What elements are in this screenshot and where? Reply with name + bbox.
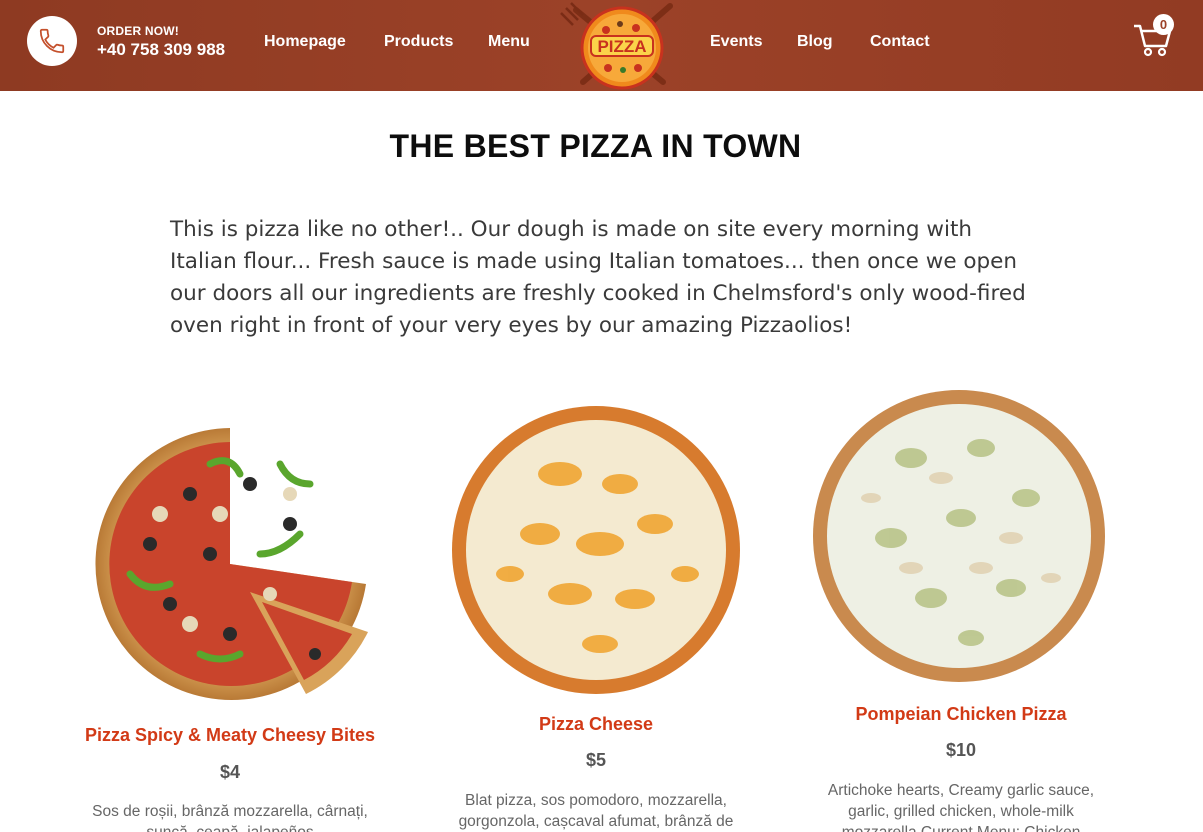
product-card[interactable]: Pizza Cheese $5 Blat pizza, sos pomodoro…: [446, 398, 746, 832]
nav-blog[interactable]: Blog: [797, 33, 833, 51]
product-price: $5: [585, 750, 607, 770]
order-now-label: ORDER NOW!: [97, 24, 179, 38]
pizza-pepperoni-veggie-image[interactable]: [90, 424, 370, 704]
product-name[interactable]: Pompeian Chicken Pizza: [811, 704, 1111, 725]
nav-menu[interactable]: Menu: [488, 33, 530, 51]
nav-products[interactable]: Products: [384, 33, 453, 51]
pizza-cheese-image[interactable]: [450, 404, 742, 696]
intro-paragraph: This is pizza like no other!.. Our dough…: [170, 217, 1026, 338]
product-description: Artichoke hearts, Creamy garlic sauce, g…: [827, 782, 1095, 832]
nav-events[interactable]: Events: [710, 33, 762, 51]
phone-icon[interactable]: [27, 16, 77, 66]
product-description: Sos de roșii, brânză mozzarella, cârnați…: [92, 803, 368, 832]
product-name[interactable]: Pizza Cheese: [446, 714, 746, 735]
product-price: $10: [945, 740, 977, 760]
site-header: ORDER NOW! +40 758 309 988 Homepage Prod…: [0, 0, 1203, 91]
pizza-logo[interactable]: PIZZA: [558, 0, 688, 91]
product-name[interactable]: Pizza Spicy & Meaty Cheesy Bites: [80, 725, 380, 746]
order-phone-number[interactable]: +40 758 309 988: [97, 40, 225, 60]
pizza-chicken-image[interactable]: [811, 388, 1107, 684]
logo-text: PIZZA: [597, 37, 647, 56]
product-card[interactable]: Pizza Spicy & Meaty Cheesy Bites $4 Sos …: [80, 410, 380, 832]
product-description: Blat pizza, sos pomodoro, mozzarella, go…: [458, 792, 734, 830]
nav-contact[interactable]: Contact: [870, 33, 930, 51]
nav-homepage[interactable]: Homepage: [264, 33, 346, 51]
product-card[interactable]: Pompeian Chicken Pizza $10 Artichoke hea…: [811, 385, 1111, 832]
product-price: $4: [219, 762, 241, 782]
cart-count-badge: 0: [1153, 14, 1174, 35]
page-title: THE BEST PIZZA IN TOWN: [389, 128, 802, 164]
